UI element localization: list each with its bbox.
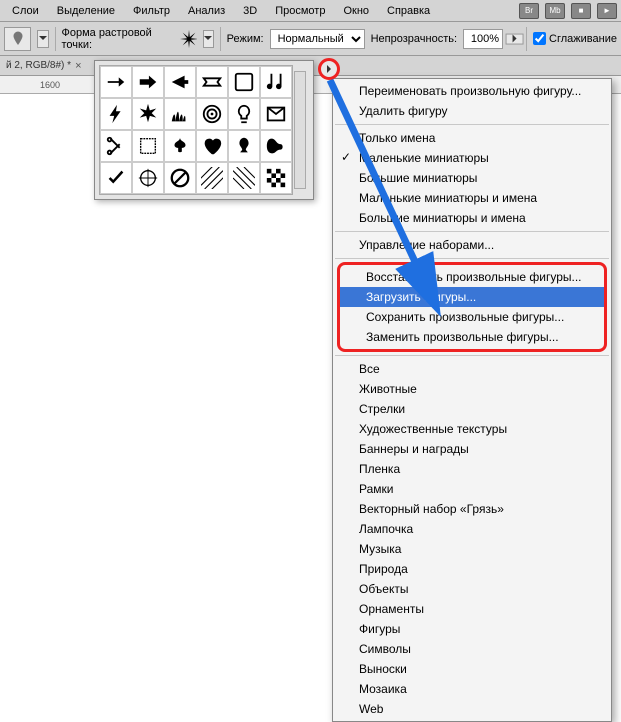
- menu-rename-shape[interactable]: Переименовать произвольную фигуру...: [333, 81, 611, 101]
- arrow-right-icon[interactable]: [100, 66, 132, 98]
- arrow-bold-icon[interactable]: [132, 66, 164, 98]
- divider: [526, 27, 527, 51]
- arrow-pointer-icon[interactable]: [164, 66, 196, 98]
- flyout-menu: Переименовать произвольную фигуру... Уда…: [332, 78, 612, 722]
- blob-icon[interactable]: [260, 130, 292, 162]
- menu-preset-item[interactable]: Лампочка: [333, 519, 611, 539]
- panel-flyout-button[interactable]: [318, 58, 340, 80]
- target-icon[interactable]: [196, 98, 228, 130]
- menu-small-thumbs[interactable]: Маленькие миниатюры: [333, 148, 611, 168]
- separator: [335, 258, 609, 259]
- menu-load-shapes[interactable]: Загрузить фигуры...: [340, 287, 604, 307]
- menu-delete-shape[interactable]: Удалить фигуру: [333, 101, 611, 121]
- menu-preset-item[interactable]: Объекты: [333, 579, 611, 599]
- menu-preset-item[interactable]: Web: [333, 699, 611, 719]
- menu-reset-shapes[interactable]: Восстановить произвольные фигуры...: [340, 267, 604, 287]
- tool-preset-picker[interactable]: [4, 27, 31, 51]
- minibridge-icon[interactable]: Mb: [545, 3, 565, 19]
- menu-small-list[interactable]: Маленькие миниатюры и имена: [333, 188, 611, 208]
- menu-bar: Слои Выделение Фильтр Анализ 3D Просмотр…: [0, 0, 621, 22]
- menu-preset-item[interactable]: Музыка: [333, 539, 611, 559]
- shape-label: Форма растровой точки:: [61, 27, 174, 51]
- menu-preset-item[interactable]: Стрелки: [333, 399, 611, 419]
- menu-preset-item[interactable]: Все: [333, 359, 611, 379]
- lightning-icon[interactable]: [100, 98, 132, 130]
- ruler-mark: 1600: [40, 80, 60, 90]
- menu-filter[interactable]: Фильтр: [125, 2, 178, 20]
- menu-analysis[interactable]: Анализ: [180, 2, 233, 20]
- menu-preset-item[interactable]: Фигуры: [333, 619, 611, 639]
- menu-layers[interactable]: Слои: [4, 2, 47, 20]
- burst-icon[interactable]: [132, 98, 164, 130]
- spade-icon[interactable]: [228, 130, 260, 162]
- menu-large-thumbs[interactable]: Большие миниатюры: [333, 168, 611, 188]
- divider: [55, 27, 56, 51]
- menu-preset-item[interactable]: Животные: [333, 379, 611, 399]
- menu-preset-item[interactable]: Рамки: [333, 479, 611, 499]
- menu-preset-item[interactable]: Баннеры и награды: [333, 439, 611, 459]
- frame-icon[interactable]: [228, 66, 260, 98]
- shape-picker-panel: [94, 60, 314, 200]
- separator: [335, 355, 609, 356]
- prohibit-icon[interactable]: [164, 162, 196, 194]
- menu-selection[interactable]: Выделение: [49, 2, 123, 20]
- opacity-label: Непрозрачность:: [371, 33, 457, 45]
- bridge-icon[interactable]: Br: [519, 3, 539, 19]
- menu-help[interactable]: Справка: [379, 2, 438, 20]
- menu-preset-item[interactable]: Орнаменты: [333, 599, 611, 619]
- menu-preset-item[interactable]: Символы: [333, 639, 611, 659]
- grass-icon[interactable]: [164, 98, 196, 130]
- close-icon[interactable]: ×: [75, 60, 81, 72]
- diagonal2-icon[interactable]: [228, 162, 260, 194]
- menu-preset-item[interactable]: Выноски: [333, 659, 611, 679]
- banner-icon[interactable]: [196, 66, 228, 98]
- opacity-flyout[interactable]: [506, 33, 524, 44]
- tool-options-bar: Форма растровой точки: Режим: Нормальный…: [0, 22, 621, 56]
- frame2-icon[interactable]: [132, 130, 164, 162]
- antialias-box[interactable]: [533, 32, 546, 45]
- menu-window[interactable]: Окно: [335, 2, 377, 20]
- menu-preset-item[interactable]: Векторный набор «Грязь»: [333, 499, 611, 519]
- crosshair-icon[interactable]: [132, 162, 164, 194]
- shape-dropdown[interactable]: [203, 30, 214, 48]
- menu-3d[interactable]: 3D: [235, 2, 265, 20]
- checker-icon[interactable]: [260, 162, 292, 194]
- separator: [335, 231, 609, 232]
- tool-preset-dropdown[interactable]: [37, 30, 48, 48]
- heart-icon[interactable]: [196, 130, 228, 162]
- opacity-input[interactable]: [463, 29, 503, 49]
- scrollbar[interactable]: [294, 71, 306, 189]
- menu-preset-item[interactable]: Природа: [333, 559, 611, 579]
- document-tab-label: й 2, RGB/8#) *: [6, 60, 71, 71]
- antialias-checkbox[interactable]: Сглаживание: [533, 32, 617, 45]
- mode-label: Режим:: [227, 33, 264, 45]
- fleur-icon[interactable]: [164, 130, 196, 162]
- antialias-label: Сглаживание: [549, 33, 617, 45]
- blend-mode-select[interactable]: Нормальный: [270, 29, 365, 49]
- separator: [335, 124, 609, 125]
- highlight-box-annotation: Восстановить произвольные фигуры... Загр…: [337, 262, 607, 352]
- menu-large-list[interactable]: Большие миниатюры и имена: [333, 208, 611, 228]
- shape-burst-icon: [180, 30, 196, 48]
- lightbulb-icon[interactable]: [228, 98, 260, 130]
- menu-preset-manager[interactable]: Управление наборами...: [333, 235, 611, 255]
- menu-replace-shapes[interactable]: Заменить произвольные фигуры...: [340, 327, 604, 347]
- check-icon[interactable]: [100, 162, 132, 194]
- envelope-icon[interactable]: [260, 98, 292, 130]
- menu-preset-item[interactable]: Художественные текстуры: [333, 419, 611, 439]
- menu-preset-item[interactable]: Мозаика: [333, 679, 611, 699]
- scissors-icon[interactable]: [100, 130, 132, 162]
- menu-preset-item[interactable]: Пленка: [333, 459, 611, 479]
- menu-save-shapes[interactable]: Сохранить произвольные фигуры...: [340, 307, 604, 327]
- note-icon[interactable]: [260, 66, 292, 98]
- menu-view[interactable]: Просмотр: [267, 2, 333, 20]
- menu-names-only[interactable]: Только имена: [333, 128, 611, 148]
- divider: [220, 27, 221, 51]
- diagonal-icon[interactable]: [196, 162, 228, 194]
- arrange-icon[interactable]: ►: [597, 3, 617, 19]
- screen-mode-icon[interactable]: ■: [571, 3, 591, 19]
- shape-grid: [99, 65, 293, 195]
